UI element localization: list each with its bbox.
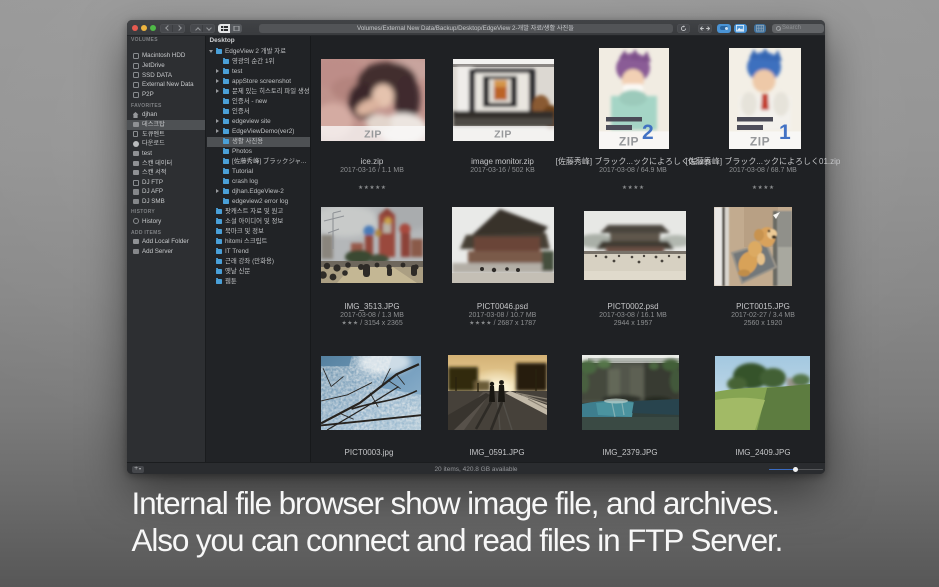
svg-text:2: 2 bbox=[642, 121, 654, 144]
svg-text:ZIP: ZIP bbox=[750, 135, 770, 149]
svg-text:ZIP: ZIP bbox=[619, 135, 639, 149]
svg-text:ZIP: ZIP bbox=[494, 129, 512, 141]
svg-text:ZIP: ZIP bbox=[364, 129, 382, 141]
svg-text:1: 1 bbox=[779, 121, 791, 144]
